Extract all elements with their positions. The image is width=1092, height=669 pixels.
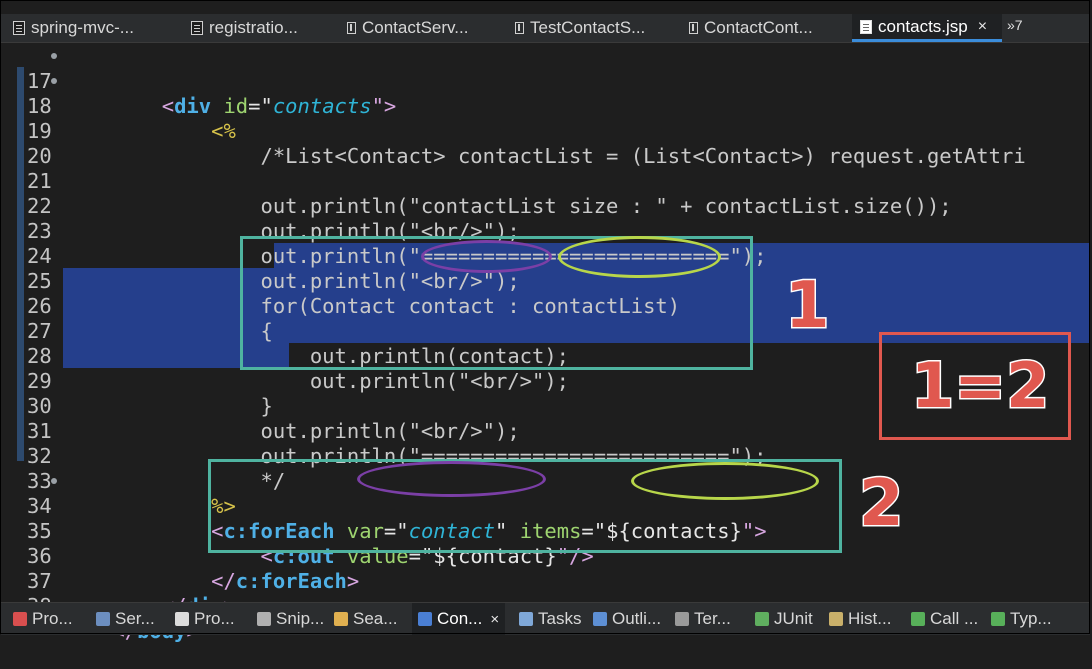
tab-overflow-button[interactable]: »7 [1007,17,1023,33]
annotation-equation: 1=2 [909,348,1050,424]
servers-icon [96,612,110,626]
tab-spring-mvc[interactable]: spring-mvc-... [5,14,173,42]
tab-label: Outli... [612,609,662,628]
file-icon [191,21,203,35]
code-line: 38 </body> [1,569,1090,643]
tab-label: Snip... [276,609,325,628]
tab-contact-controller[interactable]: ContactCont... [681,14,849,42]
tab-outline[interactable]: Outli... [593,603,661,635]
file-icon [13,21,25,35]
problems-icon [13,612,27,626]
history-icon [829,612,843,626]
tab-label: Ser... [115,609,155,628]
tab-label: Con... [437,609,483,628]
java-file-icon [515,22,524,34]
tab-label: Call ... [930,609,979,628]
code-line: 23 out.println("========================… [1,194,1090,268]
java-file-icon [347,22,356,34]
code-line: 21 out.println("contactList size : " + c… [1,144,1090,218]
tab-contacts-jsp[interactable]: contacts.jsp × [852,14,1002,42]
search-icon [334,612,348,626]
annotation-label-2: 2 [858,466,906,543]
views-tab-bar: Pro... Ser... Pro... Snip... Sea... Con.… [1,602,1090,635]
tab-servers[interactable]: Ser... [96,603,155,635]
tab-search[interactable]: Sea... [334,603,397,635]
fold-icon[interactable] [51,478,57,484]
close-icon[interactable]: × [490,611,499,628]
tab-terminal[interactable]: Ter... [675,603,731,635]
outline-icon [593,612,607,626]
tab-label: Typ... [1010,609,1052,628]
type-hierarchy-icon [991,612,1005,626]
tab-label: Ter... [694,609,731,628]
editor-tab-bar: spring-mvc-... registratio... ContactSer… [1,14,1090,43]
tab-type-hierarchy[interactable]: Typ... [991,603,1052,635]
snippets-icon [257,612,271,626]
code-line: 22 out.println("<br/>"); [1,169,1090,243]
tab-label: TestContactS... [530,18,646,37]
console-icon [418,612,432,626]
tab-history[interactable]: Hist... [829,603,891,635]
tab-call-hierarchy[interactable]: Call ... [911,603,978,635]
ellipse-items-contacts [631,462,819,500]
ellipse-var-contact [357,461,546,497]
call-hierarchy-icon [911,612,925,626]
code-line: 17 <div id="contacts"> [1,44,1090,118]
fold-icon[interactable] [51,53,57,59]
fold-icon[interactable] [51,78,57,84]
tab-problems[interactable]: Pro... [13,603,73,635]
tab-label: Tasks [538,609,582,628]
code-editor[interactable]: 17 <div id="contacts"> 18 <% 19 /*List<C… [1,43,1090,643]
code-line: 18 <% [1,69,1090,143]
tab-label: Hist... [848,609,892,628]
terminal-icon [675,612,689,626]
tab-snippets[interactable]: Snip... [257,603,324,635]
tab-label: contacts.jsp [878,16,968,36]
tab-label: ContactCont... [704,18,813,37]
ellipse-contact-list [558,236,721,278]
tab-junit[interactable]: JUnit [755,603,813,635]
code-line: 19 /*List<Contact> contactList = (List<C… [1,94,1090,168]
tab-console[interactable]: Con... × [412,603,506,635]
code-line: 20 [1,119,1090,168]
junit-icon [755,612,769,626]
tasks-icon [519,612,533,626]
java-file-icon [689,22,698,34]
ellipse-contact-var [421,240,552,273]
tab-label: JUnit [774,609,813,628]
tab-label: ContactServ... [362,18,469,37]
tab-label: Sea... [353,609,398,628]
jsp-file-icon [860,19,872,34]
tab-label: Pro... [32,609,73,628]
annotation-label-1: 1 [784,268,832,345]
tab-label: Pro... [194,609,235,628]
tab-properties[interactable]: Pro... [175,603,235,635]
tab-label: registratio... [209,18,298,37]
properties-icon [175,612,189,626]
close-icon[interactable]: × [978,18,987,36]
tab-label: spring-mvc-... [31,18,134,37]
tab-test-contact-service[interactable]: TestContactS... [507,14,685,42]
tab-registration[interactable]: registratio... [183,14,341,42]
tab-contact-service[interactable]: ContactServ... [339,14,507,42]
tab-tasks[interactable]: Tasks [519,603,581,635]
